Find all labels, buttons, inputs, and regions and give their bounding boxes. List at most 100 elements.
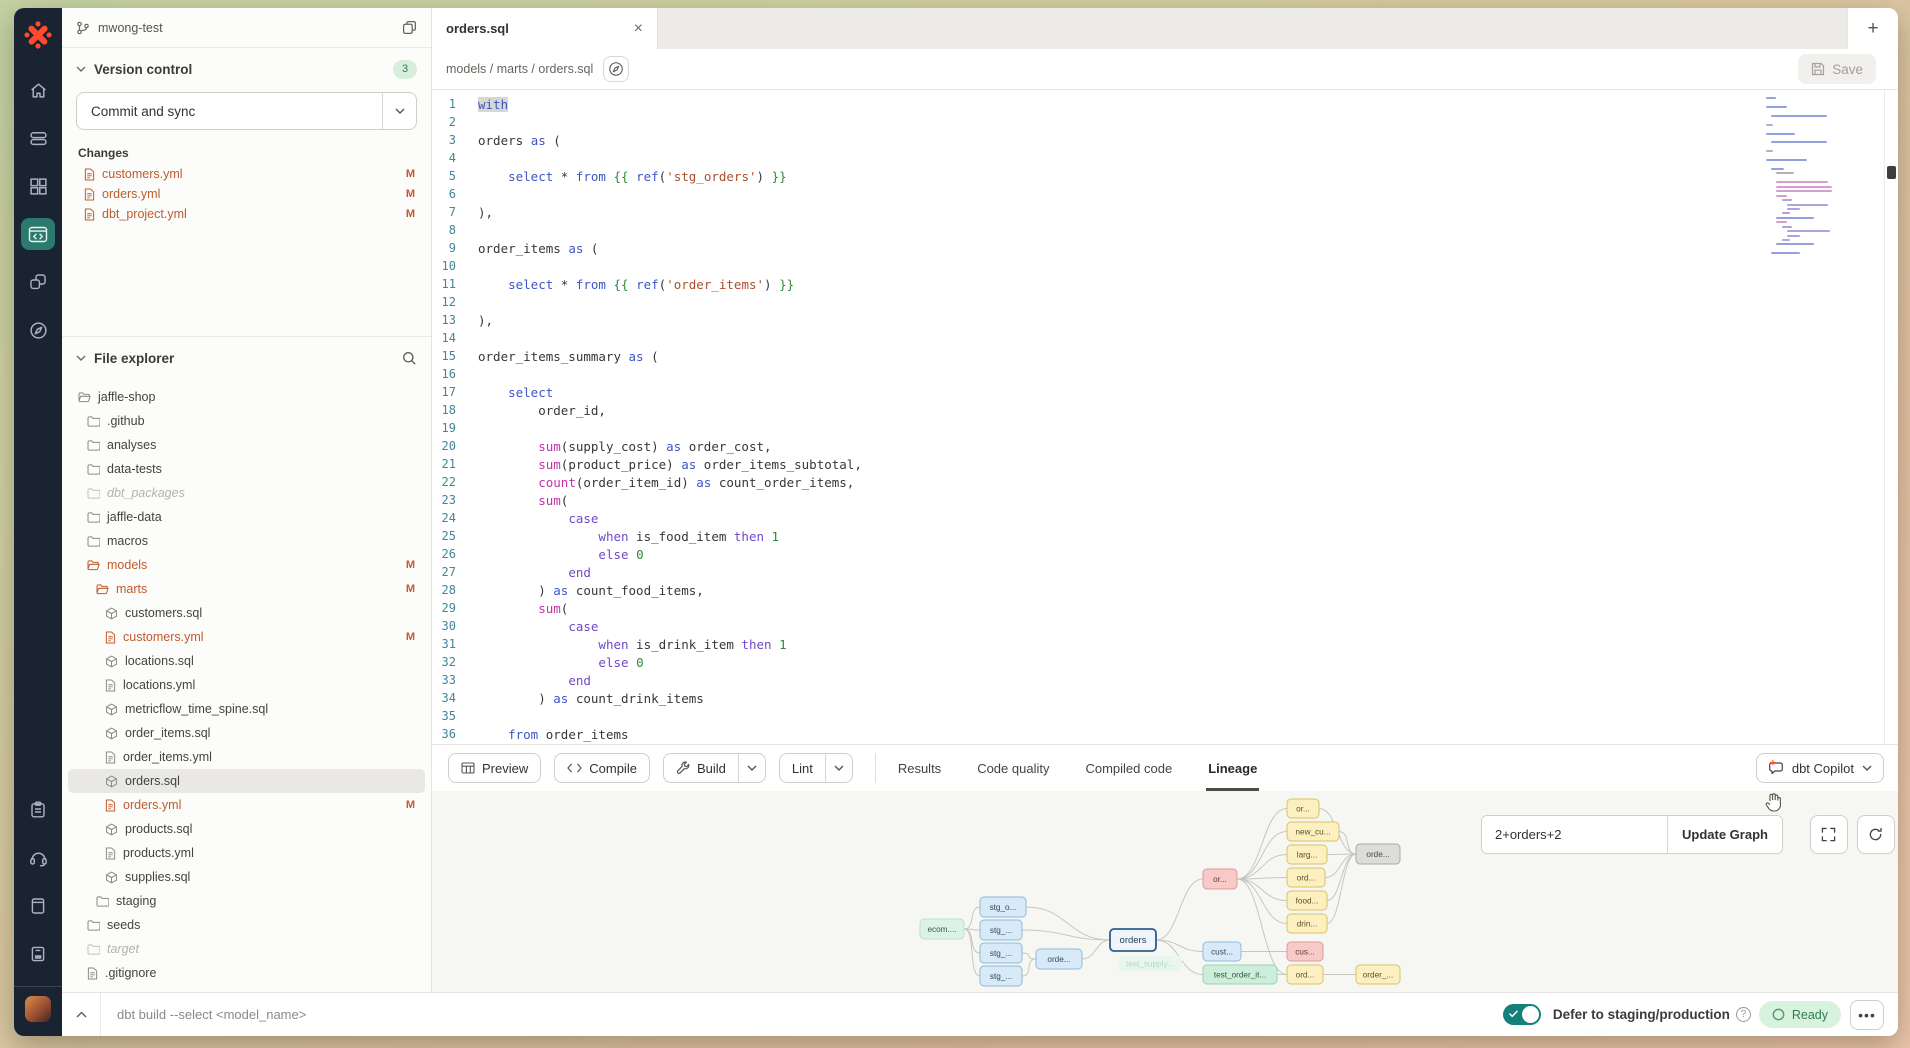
collapse-chevron-icon[interactable]: [62, 993, 101, 1036]
tree-item-data-tests[interactable]: data-tests: [68, 457, 425, 481]
tree-item-target[interactable]: target: [68, 937, 425, 961]
copy-icon[interactable]: [402, 20, 417, 35]
breadcrumb[interactable]: models / marts / orders.sql: [446, 62, 593, 76]
tree-item-orders-sql[interactable]: orders.sql: [68, 769, 425, 793]
lineage-node-orders[interactable]: orders: [1110, 929, 1156, 951]
tree-item-order-items-yml[interactable]: order_items.yml: [68, 745, 425, 769]
compile-button[interactable]: Compile: [554, 753, 650, 783]
home-icon[interactable]: [21, 74, 55, 106]
lineage-node-y5[interactable]: food...: [1287, 891, 1327, 910]
lineage-node-y7[interactable]: ord...: [1287, 965, 1323, 984]
more-options-button[interactable]: •••: [1850, 1000, 1884, 1030]
tab-code-quality[interactable]: Code quality: [977, 745, 1049, 791]
tree-item-label: orders.sql: [125, 774, 417, 788]
lineage-panel[interactable]: ecom....stg_o...stg_...stg_...stg_...ord…: [432, 791, 1898, 992]
commit-and-sync-button[interactable]: Commit and sync: [76, 92, 417, 130]
changed-file-row[interactable]: orders.ymlM: [62, 184, 431, 204]
lineage-node-y3[interactable]: larg...: [1287, 845, 1327, 864]
docs-book-icon[interactable]: [21, 890, 55, 922]
version-control-header[interactable]: Version control 3: [62, 56, 431, 82]
lineage-node-gray1[interactable]: orde...: [1356, 844, 1400, 864]
tab-lineage[interactable]: Lineage: [1208, 745, 1257, 791]
tab-orders-sql[interactable]: orders.sql ×: [432, 8, 658, 49]
lint-options-chevron[interactable]: [825, 754, 852, 782]
lineage-node-y8[interactable]: order_...: [1356, 965, 1400, 984]
editor-scrollbar[interactable]: [1884, 90, 1898, 744]
tree-item-customers-yml[interactable]: customers.ymlM: [68, 625, 425, 649]
compass-icon[interactable]: [603, 56, 629, 82]
help-icon[interactable]: ?: [1736, 1007, 1751, 1022]
lineage-node-stg1[interactable]: stg_o...: [980, 897, 1026, 917]
changed-file-row[interactable]: customers.ymlM: [62, 164, 431, 184]
code-editor[interactable]: 1with23orders as (45 select * from {{ re…: [432, 90, 1898, 744]
lineage-node-stg2[interactable]: stg_...: [980, 920, 1022, 940]
tree-item-locations-yml[interactable]: locations.yml: [68, 673, 425, 697]
commit-options-chevron[interactable]: [382, 93, 416, 129]
develop-icon[interactable]: [21, 218, 55, 250]
lineage-node-testgreen[interactable]: test_order_it...: [1203, 965, 1277, 984]
scrollbar-thumb[interactable]: [1887, 166, 1896, 179]
tree-item-models[interactable]: modelsM: [68, 553, 425, 577]
lint-button[interactable]: Lint: [779, 753, 853, 783]
tree-item-macros[interactable]: macros: [68, 529, 425, 553]
refresh-icon[interactable]: [1857, 815, 1895, 854]
tree-item-marts[interactable]: martsM: [68, 577, 425, 601]
build-options-chevron[interactable]: [738, 754, 765, 782]
lineage-selector-input[interactable]: [1482, 816, 1667, 853]
tree-item-staging[interactable]: staging: [68, 889, 425, 913]
support-headset-icon[interactable]: [21, 842, 55, 874]
file-explorer-header[interactable]: File explorer: [62, 345, 431, 371]
tree-item-metricflow-time-spine-sql[interactable]: metricflow_time_spine.sql: [68, 697, 425, 721]
build-button[interactable]: Build: [663, 753, 766, 783]
dashboard-icon[interactable]: [21, 170, 55, 202]
tree-item-seeds[interactable]: seeds: [68, 913, 425, 937]
user-avatar[interactable]: [25, 996, 51, 1022]
explore-icon[interactable]: [21, 314, 55, 346]
lineage-node-orde1[interactable]: orde...: [1036, 949, 1082, 969]
changed-file-row[interactable]: dbt_project.ymlM: [62, 204, 431, 224]
dbt-copilot-button[interactable]: + dbt Copilot: [1756, 753, 1884, 783]
tree-item-customers-sql[interactable]: customers.sql: [68, 601, 425, 625]
command-input[interactable]: dbt build --select <model_name>: [117, 1007, 306, 1022]
preview-button[interactable]: Preview: [448, 753, 541, 783]
minimap[interactable]: [1766, 97, 1826, 257]
environments-icon[interactable]: [21, 122, 55, 154]
fullscreen-icon[interactable]: [1810, 815, 1848, 854]
tree-item-products-sql[interactable]: products.sql: [68, 817, 425, 841]
tree-item--gitignore[interactable]: .gitignore: [68, 961, 425, 985]
tree-item-jaffle-shop[interactable]: jaffle-shop: [68, 385, 425, 409]
branch-name[interactable]: mwong-test: [98, 21, 163, 35]
update-graph-button[interactable]: Update Graph: [1667, 816, 1782, 853]
branches-icon[interactable]: [21, 266, 55, 298]
defer-toggle[interactable]: [1503, 1004, 1541, 1025]
lineage-node-y4[interactable]: ord...: [1287, 868, 1325, 887]
tab-compiled-code[interactable]: Compiled code: [1085, 745, 1172, 791]
tree-item-dbt-packages[interactable]: dbt_packages: [68, 481, 425, 505]
lineage-node-stg4[interactable]: stg_...: [980, 966, 1022, 986]
lineage-node-y1[interactable]: or...: [1287, 799, 1319, 818]
tree-item-analyses[interactable]: analyses: [68, 433, 425, 457]
code-line: 15order_items_summary as (: [432, 347, 1768, 365]
lineage-node-ecom[interactable]: ecom....: [920, 919, 964, 939]
marketplace-icon[interactable]: [21, 938, 55, 970]
save-button[interactable]: Save: [1798, 54, 1876, 84]
tree-item-products-yml[interactable]: products.yml: [68, 841, 425, 865]
lineage-node-cuspink[interactable]: cus...: [1287, 942, 1323, 961]
lineage-node-y2[interactable]: new_cu...: [1287, 822, 1339, 841]
new-tab-button[interactable]: +: [1847, 8, 1898, 49]
tree-item--github[interactable]: .github: [68, 409, 425, 433]
lineage-node-orpink[interactable]: or...: [1203, 869, 1237, 889]
lineage-node-cust[interactable]: cust...: [1203, 942, 1241, 961]
code-area[interactable]: 1with23orders as (45 select * from {{ re…: [432, 90, 1768, 743]
jobs-clipboard-icon[interactable]: [21, 794, 55, 826]
tree-item-order-items-sql[interactable]: order_items.sql: [68, 721, 425, 745]
lineage-node-stg3[interactable]: stg_...: [980, 943, 1022, 963]
tree-item-supplies-sql[interactable]: supplies.sql: [68, 865, 425, 889]
tab-results[interactable]: Results: [898, 745, 941, 791]
tree-item-orders-yml[interactable]: orders.ymlM: [68, 793, 425, 817]
search-icon[interactable]: [402, 351, 417, 366]
tree-item-jaffle-data[interactable]: jaffle-data: [68, 505, 425, 529]
close-icon[interactable]: ×: [634, 21, 643, 37]
lineage-node-y6[interactable]: drin...: [1287, 914, 1327, 933]
tree-item-locations-sql[interactable]: locations.sql: [68, 649, 425, 673]
